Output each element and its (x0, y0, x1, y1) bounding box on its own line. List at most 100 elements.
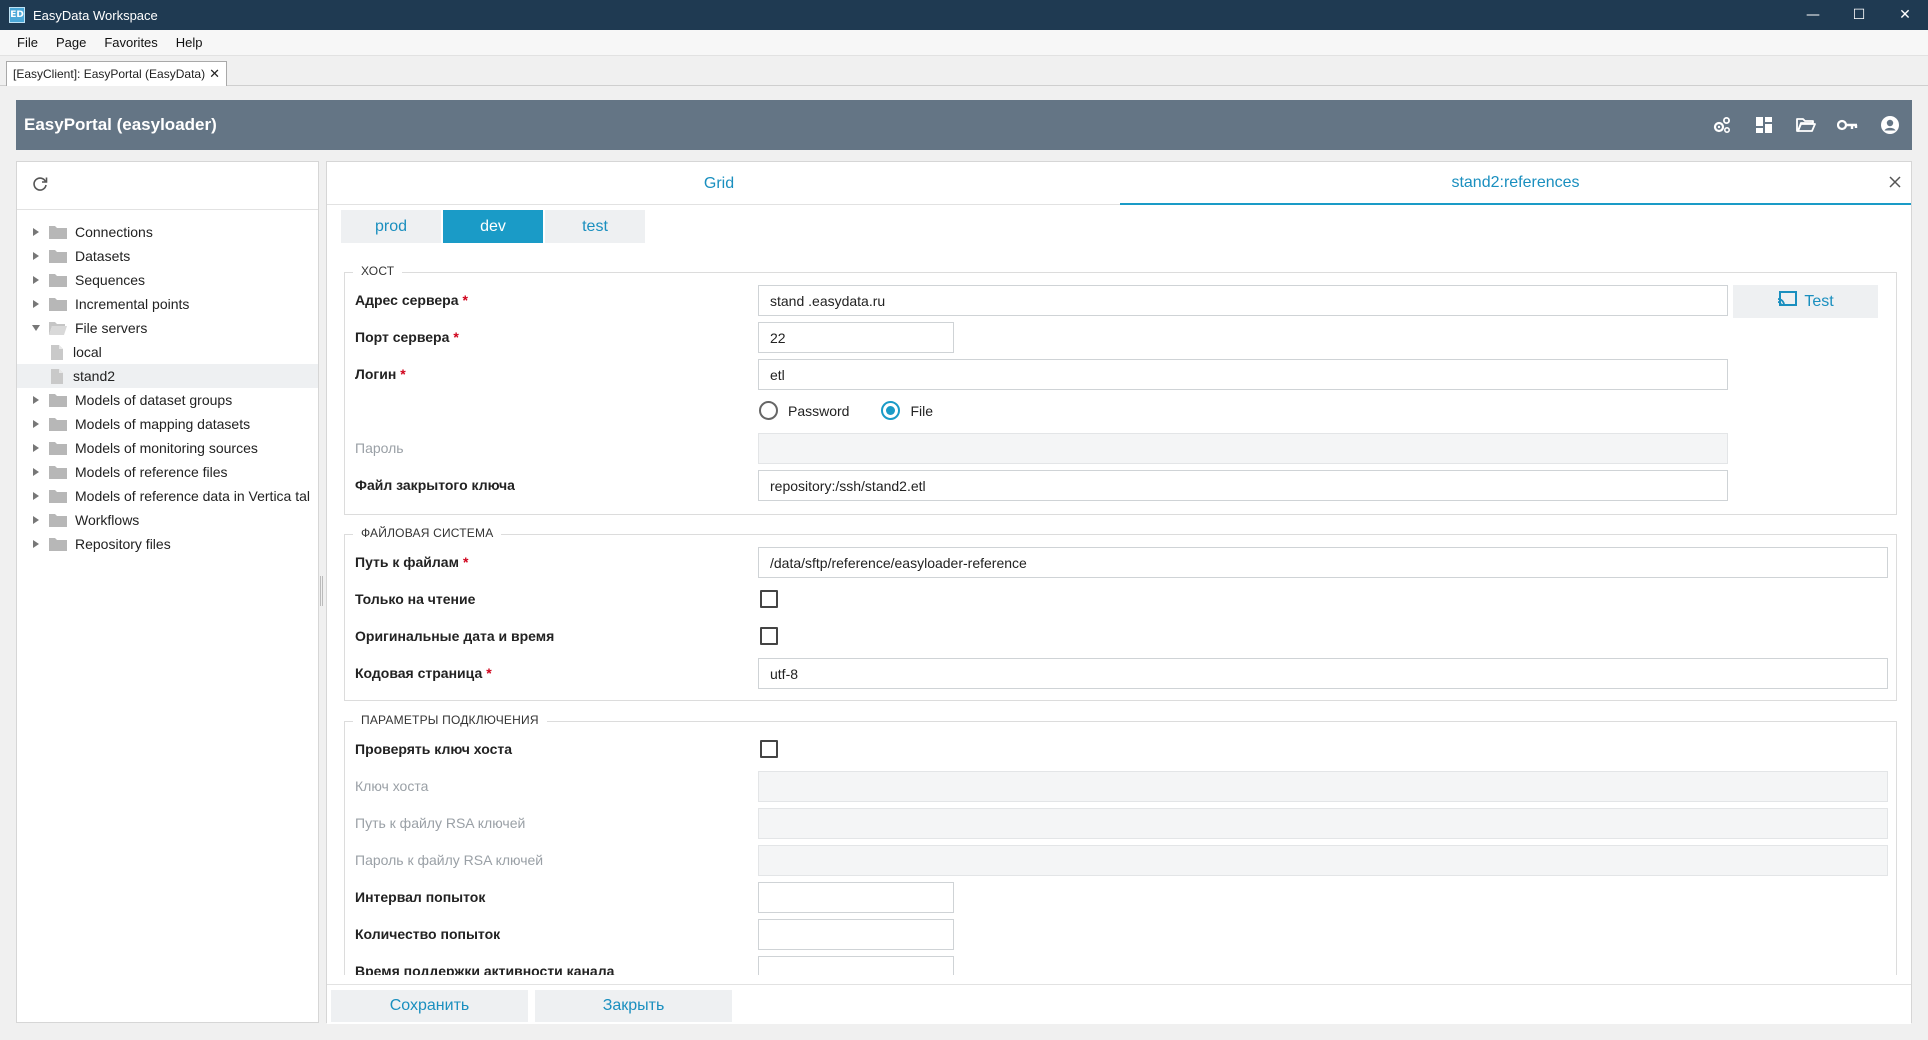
settings-gears-icon[interactable] (1710, 113, 1734, 137)
expand-arrow-icon[interactable] (29, 393, 43, 407)
menu-page[interactable]: Page (47, 35, 95, 50)
tree-item-models-of-reference-data-vertica[interactable]: Models of reference data in Vertica tal (17, 484, 318, 508)
tree-item-models-of-mapping-datasets[interactable]: Models of mapping datasets (17, 412, 318, 436)
server-port-input[interactable]: 22 (758, 322, 954, 353)
tree-item-label: stand2 (73, 368, 116, 384)
tree-item-repository-files[interactable]: Repository files (17, 532, 318, 556)
server-address-input[interactable]: stand .easydata.ru (758, 285, 1728, 316)
document-tab[interactable]: [EasyClient]: EasyPortal (EasyData) ✕ (6, 61, 227, 86)
user-account-icon[interactable] (1878, 113, 1902, 137)
view-tabs: Grid stand2:references (327, 162, 1911, 205)
field-label: Время поддержки активности канала (355, 963, 615, 975)
menu-favorites[interactable]: Favorites (95, 35, 166, 50)
keepalive-row: Время поддержки активности канала (355, 956, 614, 975)
rsa-path-row: Путь к файлу RSA ключей (355, 808, 525, 838)
private-key-input[interactable]: repository:/ssh/stand2.etl (758, 470, 1728, 501)
save-button[interactable]: Сохранить (331, 990, 528, 1022)
folder-icon (49, 393, 67, 407)
splitter-grip[interactable] (320, 576, 323, 606)
document-tab-strip: [EasyClient]: EasyPortal (EasyData) ✕ (0, 56, 1928, 86)
field-label: Количество попыток (355, 926, 501, 942)
radio-file[interactable] (881, 401, 901, 420)
menu-file[interactable]: File (8, 35, 47, 50)
check-host-key-checkbox[interactable] (760, 740, 778, 758)
close-icon[interactable]: ✕ (209, 67, 220, 82)
maximize-button[interactable]: ☐ (1836, 0, 1882, 30)
collapse-arrow-icon[interactable] (29, 321, 43, 335)
tree-item-file-servers[interactable]: File servers (17, 316, 318, 340)
expand-arrow-icon[interactable] (29, 441, 43, 455)
readonly-checkbox[interactable] (760, 590, 778, 608)
tree-item-label: Workflows (75, 512, 140, 528)
test-connection-button[interactable]: Test (1733, 285, 1878, 318)
panel-splitter[interactable] (319, 161, 325, 1023)
keepalive-input[interactable] (758, 956, 954, 975)
tab-stand2-references[interactable]: stand2:references (1120, 162, 1911, 205)
login-row: Логин * (355, 359, 406, 389)
expand-arrow-icon[interactable] (29, 225, 43, 239)
dashboard-grid-icon[interactable] (1752, 113, 1776, 137)
file-icon (51, 344, 63, 360)
form-footer: Сохранить Закрыть (327, 984, 1911, 1024)
login-input[interactable]: etl (758, 359, 1728, 390)
tree-item-models-of-reference-files[interactable]: Models of reference files (17, 460, 318, 484)
expand-arrow-icon[interactable] (29, 537, 43, 551)
expand-arrow-icon[interactable] (29, 417, 43, 431)
host-fieldset: ХОСТ Адрес сервера * stand .easydata.ru T… (344, 264, 1897, 515)
file-path-input[interactable]: /data/sftp/reference/easyloader-referenc… (758, 547, 1888, 578)
radio-password[interactable] (759, 401, 778, 420)
codepage-input[interactable]: utf-8 (758, 658, 1888, 689)
menu-help[interactable]: Help (167, 35, 212, 50)
key-icon[interactable] (1836, 113, 1860, 137)
expand-arrow-icon[interactable] (29, 273, 43, 287)
expand-arrow-icon[interactable] (29, 297, 43, 311)
refresh-icon[interactable] (31, 175, 49, 197)
retry-count-input[interactable] (758, 919, 954, 950)
tree-item-local[interactable]: local (17, 340, 318, 364)
field-label: Путь к файлам * (355, 554, 469, 570)
tree-item-incremental-points[interactable]: Incremental points (17, 292, 318, 316)
tree-item-models-of-dataset-groups[interactable]: Models of dataset groups (17, 388, 318, 412)
close-window-button[interactable]: ✕ (1882, 0, 1928, 30)
env-tab-dev[interactable]: dev (443, 210, 543, 243)
tab-grid[interactable]: Grid (327, 162, 1111, 205)
path-row: Путь к файлам * (355, 547, 468, 577)
tree-item-sequences[interactable]: Sequences (17, 268, 318, 292)
tree-item-connections[interactable]: Connections (17, 220, 318, 244)
tree-item-label: Models of reference data in Vertica tal (75, 488, 311, 504)
field-label: Кодовая страница * (355, 665, 492, 681)
tree-item-workflows[interactable]: Workflows (17, 508, 318, 532)
folder-icon (49, 441, 67, 455)
expand-arrow-icon[interactable] (29, 513, 43, 527)
folder-open-icon[interactable] (1794, 113, 1818, 137)
fieldset-legend: ФАЙЛОВАЯ СИСТЕМА (353, 526, 502, 540)
expand-arrow-icon[interactable] (29, 465, 43, 479)
tree-view: Connections Datasets Sequences Increment… (17, 210, 318, 556)
tree-item-stand2[interactable]: stand2 (17, 364, 318, 388)
retry-interval-input[interactable] (758, 882, 954, 913)
tree-item-models-of-monitoring-sources[interactable]: Models of monitoring sources (17, 436, 318, 460)
field-label: Оригинальные дата и время (355, 628, 555, 644)
field-label: Адрес сервера * (355, 292, 468, 308)
folder-icon (49, 273, 67, 287)
tree-item-label: Models of mapping datasets (75, 416, 251, 432)
tree-toolbar (17, 162, 318, 210)
env-tab-prod[interactable]: prod (341, 210, 441, 243)
close-icon[interactable] (1887, 174, 1903, 190)
minimize-button[interactable]: — (1790, 0, 1836, 30)
expand-arrow-icon[interactable] (29, 249, 43, 263)
cast-icon (1777, 291, 1798, 312)
field-label: Пароль к файлу RSA ключей (355, 852, 544, 868)
codepage-row: Кодовая страница * (355, 658, 492, 688)
original-datetime-checkbox[interactable] (760, 627, 778, 645)
env-tab-test[interactable]: test (545, 210, 645, 243)
tree-item-datasets[interactable]: Datasets (17, 244, 318, 268)
page-title: EasyPortal (easyloader) (24, 115, 217, 134)
document-tab-label: [EasyClient]: EasyPortal (EasyData) (13, 67, 206, 81)
field-label: Проверять ключ хоста (355, 741, 513, 757)
close-button[interactable]: Закрыть (535, 990, 732, 1022)
expand-arrow-icon[interactable] (29, 489, 43, 503)
tree-item-label: Models of reference files (75, 464, 228, 480)
navigation-panel: Connections Datasets Sequences Increment… (16, 161, 319, 1023)
server-address-row: Адрес сервера * (355, 285, 468, 315)
